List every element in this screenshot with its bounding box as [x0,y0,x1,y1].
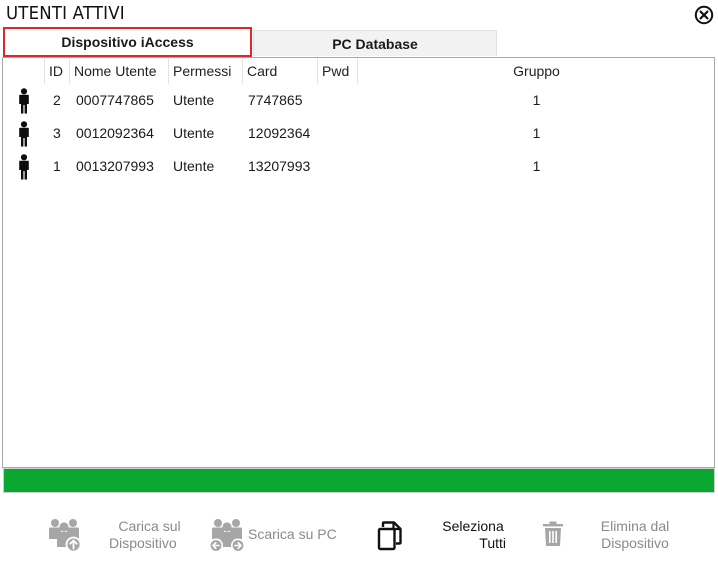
header-gruppo[interactable]: Gruppo [358,58,715,84]
users-download-icon [209,519,245,553]
upload-label-line2: Dispositivo [109,535,177,551]
cell-gruppo: 1 [532,125,541,141]
table-row[interactable]: 1 0013207993 Utente 13207993 1 [3,150,714,183]
header-pwd[interactable]: Pwd [318,58,358,84]
progress-fill [4,469,714,492]
tab-pc-database[interactable]: PC Database [253,30,497,56]
table-row[interactable]: 3 0012092364 Utente 12092364 1 [3,117,714,150]
upload-to-device-button[interactable]: Carica sul Dispositivo [40,496,190,572]
select-all-button[interactable]: Seleziona Tutti [370,496,516,572]
upload-label-line1: Carica sul [118,518,181,534]
delete-from-device-button[interactable]: Elimina dal Dispositivo [536,496,686,572]
cell-card: 13207993 [248,158,311,174]
header-nome-utente[interactable]: Nome Utente [70,58,169,84]
header-id[interactable]: ID [45,58,70,84]
download-to-pc-button[interactable]: Scarica su PC [204,496,354,572]
tab-bar: Dispositivo iAccess PC Database [3,27,715,57]
download-label: Scarica su PC [248,526,337,542]
person-icon [19,88,29,114]
select-all-label-line1: Seleziona [442,518,504,534]
action-toolbar: Carica sul Dispositivo Scarica su PC Sel… [0,496,718,572]
select-all-label-line2: Tutti [479,535,506,551]
progress-bar [3,468,715,493]
trash-icon [543,521,563,546]
delete-label-line1: Elimina dal [600,518,670,534]
cell-nome-utente: 0007747865 [76,92,154,108]
users-upload-icon [49,519,82,553]
close-icon [694,5,714,25]
person-icon [19,121,29,147]
cell-id: 3 [53,125,61,141]
cell-id: 2 [53,92,61,108]
delete-label-line2: Dispositivo [601,535,669,551]
cell-permessi: Utente [173,92,215,108]
close-button[interactable] [694,5,714,25]
table-row[interactable]: 2 0007747865 Utente 7747865 1 [3,84,714,117]
copy-icon [377,521,402,551]
cell-card: 12092364 [248,125,311,141]
cell-id: 1 [53,158,61,174]
table-header: ID Nome Utente Permessi Card Pwd Gruppo [3,58,714,84]
tab-label: Dispositivo iAccess [61,34,194,50]
cell-card: 7747865 [248,92,303,108]
cell-nome-utente: 0013207993 [76,158,154,174]
cell-permessi: Utente [173,125,215,141]
cell-nome-utente: 0012092364 [76,125,154,141]
cell-gruppo: 1 [532,158,541,174]
cell-permessi: Utente [173,158,215,174]
user-list[interactable]: ID Nome Utente Permessi Card Pwd Gruppo … [2,57,715,468]
header-permessi[interactable]: Permessi [169,58,243,84]
header-icon-column [3,58,45,84]
tab-dispositivo-iaccess[interactable]: Dispositivo iAccess [3,27,252,57]
tab-label: PC Database [332,35,418,52]
window-title: UTENTI ATTIVI [6,3,125,24]
cell-gruppo: 1 [532,92,541,108]
person-icon [19,154,29,180]
header-card[interactable]: Card [243,58,318,84]
